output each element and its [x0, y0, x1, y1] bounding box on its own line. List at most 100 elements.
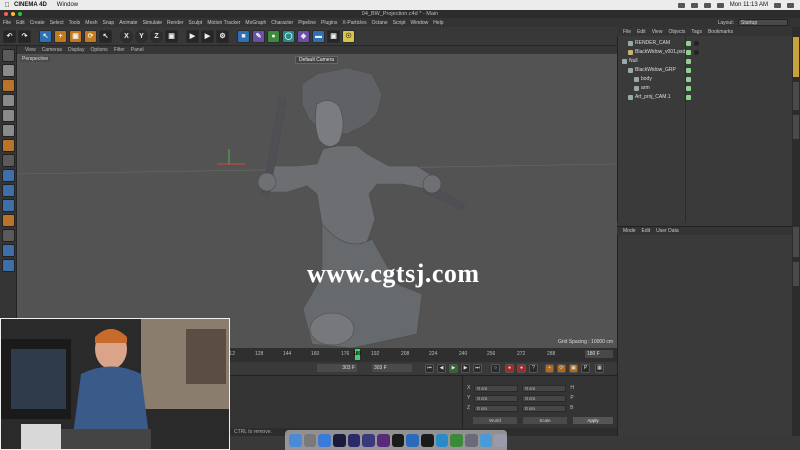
enable-axis-icon[interactable] [1, 214, 15, 227]
menu-edit[interactable]: Edit [16, 20, 25, 26]
visibility-toggle[interactable] [686, 68, 691, 73]
battery-icon[interactable] [716, 2, 724, 8]
planar-workplane-icon[interactable] [1, 244, 15, 257]
move-icon[interactable]: + [54, 29, 67, 43]
autokey-icon[interactable]: ● [517, 364, 526, 373]
record-keys-icon[interactable]: ○ [491, 364, 500, 373]
object-row[interactable]: RENDER_CAM [628, 39, 670, 47]
live-selection-icon[interactable]: ↖ [39, 29, 52, 43]
menu-sculpt[interactable]: Sculpt [188, 20, 202, 26]
tab-takes[interactable] [793, 82, 799, 110]
snap-icon[interactable] [1, 184, 15, 197]
viewport-menu-filter[interactable]: Filter [114, 47, 125, 53]
scale-key-icon[interactable]: ▣ [569, 364, 578, 373]
viewport-menu-options[interactable]: Options [90, 47, 107, 53]
undo-icon[interactable]: ↶ [3, 29, 16, 43]
quantize-icon[interactable] [1, 259, 15, 272]
safari-icon[interactable] [318, 433, 332, 447]
parameter-key-icon[interactable]: P [581, 364, 590, 373]
menu-snap[interactable]: Snap [103, 20, 115, 26]
menu-plugins[interactable]: Plugins [321, 20, 337, 26]
position-y-field[interactable]: 0 cm [474, 395, 519, 402]
menu-file[interactable]: File [3, 20, 11, 26]
app-icon[interactable] [406, 433, 420, 447]
om-menu-tags[interactable]: Tags [691, 29, 702, 35]
menu-render[interactable]: Render [167, 20, 183, 26]
model-mode-icon[interactable] [1, 64, 15, 77]
viewport-menu-display[interactable]: Display [68, 47, 84, 53]
z-axis-lock-button[interactable]: Z [150, 29, 163, 43]
menu-list-icon[interactable] [787, 2, 794, 8]
render-settings-icon[interactable]: ⚙ [216, 29, 229, 43]
viewport-menu-cameras[interactable]: Cameras [42, 47, 62, 53]
position-x-field[interactable]: 0 cm [474, 385, 519, 392]
redo-icon[interactable]: ↷ [18, 29, 31, 43]
messages-icon[interactable] [450, 433, 464, 447]
search-icon[interactable] [774, 2, 781, 8]
floor-icon[interactable]: ▬ [312, 29, 325, 43]
preview-start-field[interactable]: 303 F [317, 364, 357, 372]
play-icon[interactable]: ▶ [449, 364, 458, 373]
pen-spline-icon[interactable]: ✎ [252, 29, 265, 43]
tab-attributes[interactable] [793, 227, 799, 257]
edges-mode-icon[interactable] [1, 124, 15, 137]
tag-icon[interactable] [694, 41, 699, 46]
menu-octane[interactable]: Octane [372, 20, 388, 26]
am-menu-mode[interactable]: Mode [623, 228, 636, 234]
om-menu-bookmarks[interactable]: Bookmarks [708, 29, 733, 35]
render-view-icon[interactable]: ▶ [186, 29, 199, 43]
material-manager[interactable] [230, 375, 462, 428]
viewport-menu-view[interactable]: View [25, 47, 36, 53]
cinema4d-icon[interactable] [391, 433, 405, 447]
axis-mode-icon[interactable] [1, 154, 15, 167]
unity-icon[interactable] [333, 433, 346, 447]
visibility-toggle[interactable] [686, 86, 691, 91]
app-name-menu[interactable]: CINEMA 4D [14, 2, 47, 8]
launchpad-icon[interactable] [303, 433, 317, 447]
wifi-icon[interactable] [703, 2, 711, 8]
visibility-toggle[interactable] [686, 41, 691, 46]
projection-label[interactable]: Perspective [20, 56, 51, 62]
array-icon[interactable]: ◯ [282, 29, 295, 43]
y-axis-lock-button[interactable]: Y [135, 29, 148, 43]
zoom-button[interactable] [18, 12, 22, 16]
scale-icon[interactable]: ▣ [69, 29, 82, 43]
om-menu-objects[interactable]: Objects [668, 29, 685, 35]
tray-icon[interactable] [677, 2, 685, 8]
go-to-start-icon[interactable]: ⏮ [425, 364, 434, 373]
points-mode-icon[interactable] [1, 109, 15, 122]
previous-key-icon[interactable]: ◀ [437, 364, 446, 373]
object-row[interactable]: BlackWidow_v001.psd [628, 48, 685, 56]
layout-select[interactable]: Startup [738, 19, 788, 26]
menu-help[interactable]: Help [433, 20, 443, 26]
visibility-toggle[interactable] [686, 59, 691, 64]
tab-content-browser[interactable] [793, 115, 799, 139]
am-menu-edit[interactable]: Edit [642, 228, 651, 234]
x-axis-lock-button[interactable]: X [120, 29, 133, 43]
visibility-toggle[interactable] [686, 95, 691, 100]
app-icon[interactable] [465, 433, 478, 447]
lock-workplane-icon[interactable] [1, 229, 15, 242]
position-z-field[interactable]: 0 cm [474, 405, 519, 412]
size-z-field[interactable]: 0 cm [522, 405, 567, 412]
workplane-icon[interactable] [1, 94, 15, 107]
om-menu-view[interactable]: View [652, 29, 663, 35]
menu-mesh[interactable]: Mesh [85, 20, 97, 26]
adobe-app-icon[interactable] [377, 433, 390, 447]
om-menu-edit[interactable]: Edit [637, 29, 646, 35]
menu-pipeline[interactable]: Pipeline [298, 20, 316, 26]
viewport-menu-panel[interactable]: Panel [131, 47, 144, 53]
make-editable-icon[interactable] [1, 49, 15, 62]
menu-character[interactable]: Character [271, 20, 293, 26]
menu-simulate[interactable]: Simulate [143, 20, 162, 26]
close-button[interactable] [4, 12, 8, 16]
downloads-folder-icon[interactable] [479, 433, 493, 447]
coordinate-mode-select[interactable]: World [473, 417, 517, 424]
tweak-mode-icon[interactable] [1, 169, 15, 182]
menu-animate[interactable]: Animate [119, 20, 137, 26]
apple-icon[interactable]:  [0, 2, 14, 9]
camera-icon[interactable]: ▣ [327, 29, 340, 43]
object-row[interactable]: arm [634, 84, 650, 92]
cube-icon[interactable]: ■ [237, 29, 250, 43]
go-to-end-icon[interactable]: ⏭ [473, 364, 482, 373]
